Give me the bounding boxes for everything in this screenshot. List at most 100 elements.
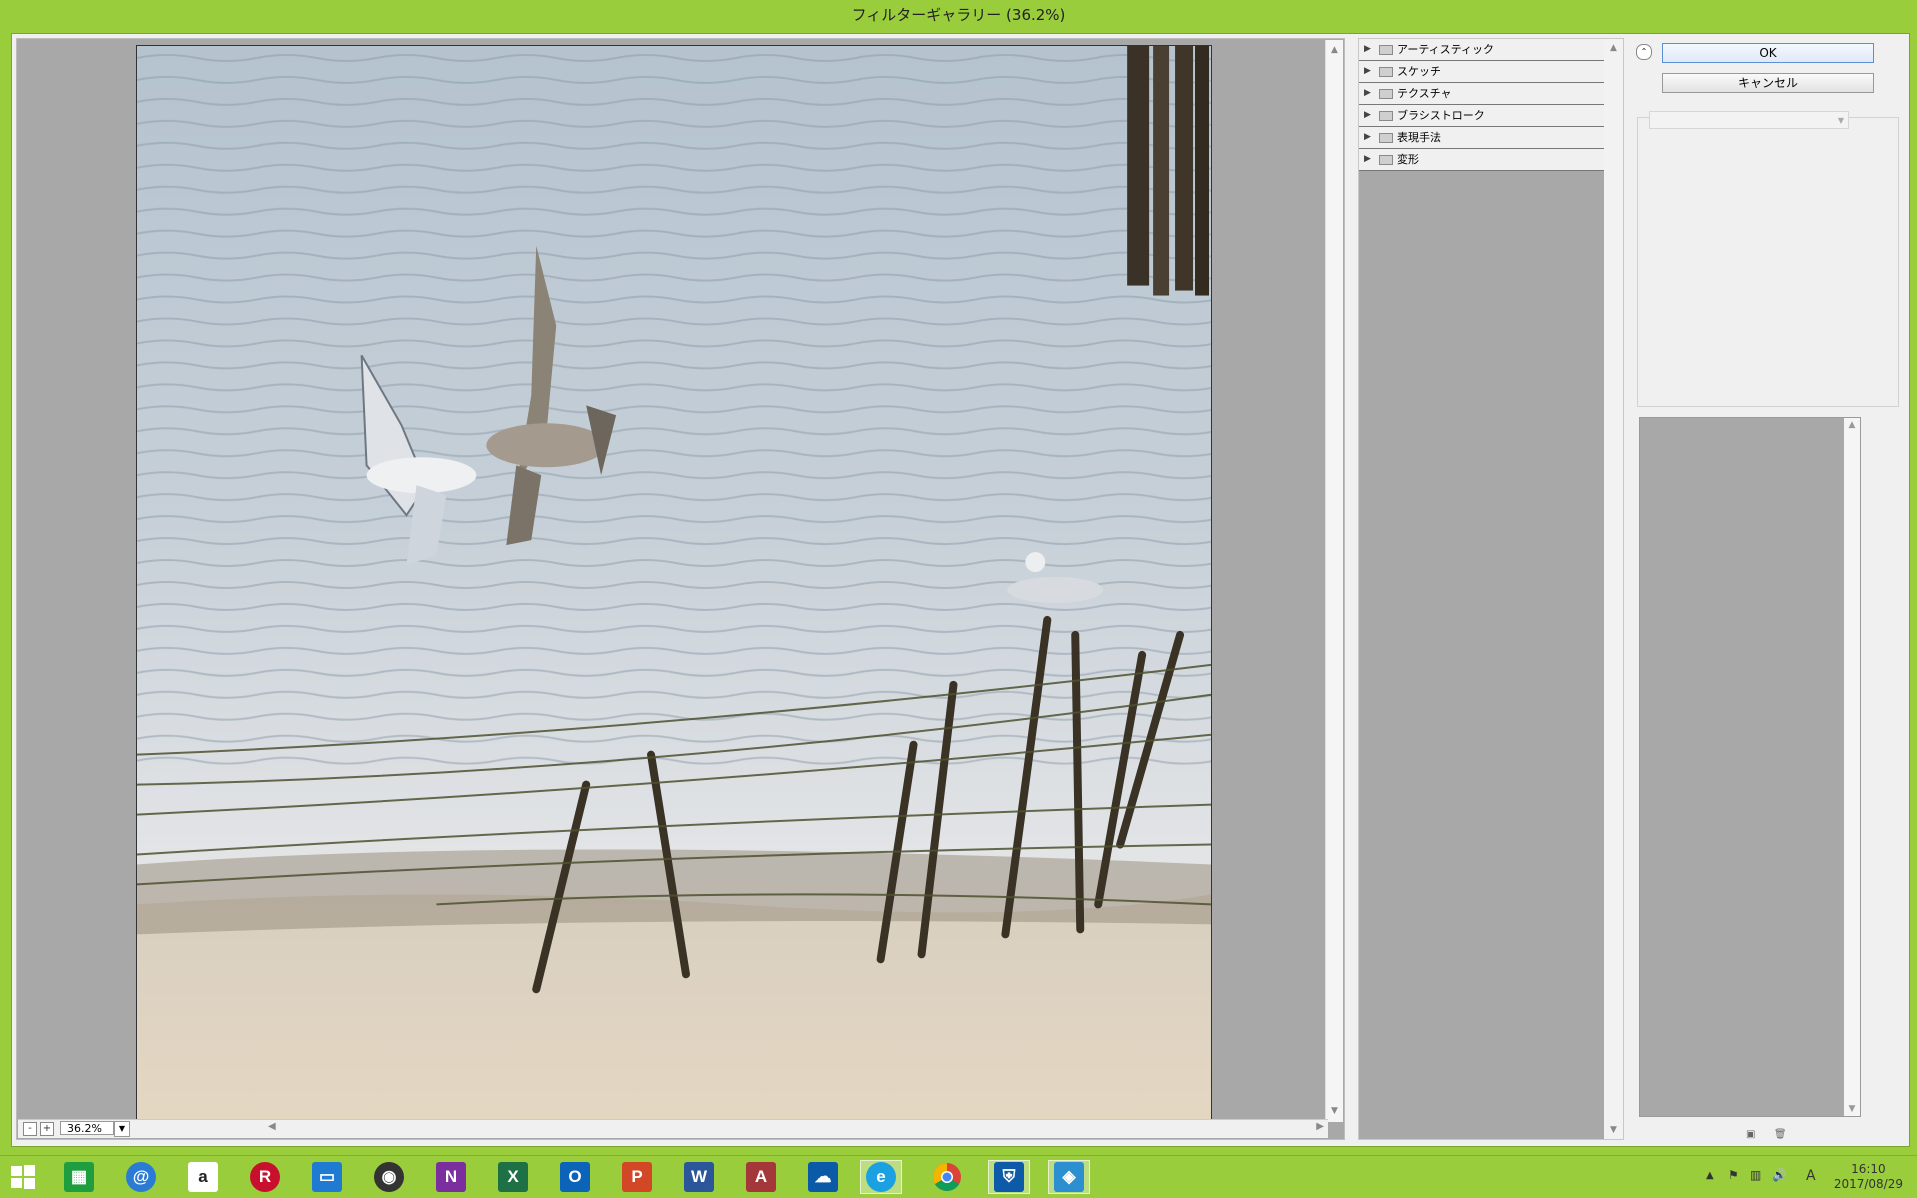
filter-category-label: スケッチ xyxy=(1397,65,1441,78)
taskbar-app-onenote[interactable]: N xyxy=(430,1160,472,1194)
clock[interactable]: 16:10 2017/08/29 xyxy=(1834,1162,1903,1192)
layers-scrollbar[interactable]: ▲ ▼ xyxy=(1844,418,1860,1116)
filter-category-label: ブラシストローク xyxy=(1397,109,1485,122)
preview-image xyxy=(136,45,1212,1120)
filter-category-label: テクスチャ xyxy=(1397,87,1452,100)
zoom-out-button[interactable]: - xyxy=(23,1122,37,1136)
preview-vertical-scrollbar[interactable]: ▲ ▼ xyxy=(1325,40,1343,1122)
word-icon: W xyxy=(684,1162,714,1192)
zoom-level-field[interactable]: 36.2% xyxy=(60,1121,114,1135)
taskbar-app-mail[interactable]: @ xyxy=(120,1160,162,1194)
expand-triangle-icon[interactable]: ▶ xyxy=(1364,149,1371,170)
filter-category-label: 変形 xyxy=(1397,153,1419,166)
filter-category-item[interactable]: ▶ ブラシストローク xyxy=(1359,105,1604,127)
filter-gallery-dialog: ▲ ▼ - + 36.2% ▼ ◀ ▶ ▶ アーティスティック ▶ スケッチ ▶ テク… xyxy=(11,33,1910,1147)
store-icon: ▦ xyxy=(64,1162,94,1192)
taskbar: ▦ @ a R ▭ ◉ N X O P W A ☁ e ⛨ ◈ ▲ ⚑ ▥ 🔊 … xyxy=(0,1155,1917,1198)
filter-category-label: 表現手法 xyxy=(1397,131,1441,144)
powerpoint-icon: P xyxy=(622,1162,652,1192)
onedrive-icon: ☁ xyxy=(808,1162,838,1192)
expand-triangle-icon[interactable]: ▶ xyxy=(1364,105,1371,126)
taskbar-app-store[interactable]: ▦ xyxy=(58,1160,100,1194)
filter-category-item[interactable]: ▶ アーティスティック xyxy=(1359,39,1604,61)
amazon-icon: a xyxy=(188,1162,218,1192)
scroll-up-arrow-icon[interactable]: ▲ xyxy=(1326,42,1343,59)
clock-date: 2017/08/29 xyxy=(1833,1177,1903,1191)
taskbar-app-internet-explorer[interactable]: e xyxy=(860,1160,902,1194)
chrome-icon xyxy=(933,1163,961,1191)
taskbar-app-powerpoint[interactable]: P xyxy=(616,1160,658,1194)
zoom-in-button[interactable]: + xyxy=(40,1122,54,1136)
taskbar-app-excel[interactable]: X xyxy=(492,1160,534,1194)
photoshop-elements-icon: ◈ xyxy=(1054,1162,1084,1192)
taskbar-app-outlook[interactable]: O xyxy=(554,1160,596,1194)
preview-panel: ▲ ▼ - + 36.2% ▼ ◀ ▶ xyxy=(16,38,1345,1140)
taskbar-app-amazon[interactable]: a xyxy=(182,1160,224,1194)
filter-category-label: アーティスティック xyxy=(1397,43,1495,56)
onenote-icon: N xyxy=(436,1162,466,1192)
clock-time: 16:10 xyxy=(1851,1162,1886,1176)
expand-triangle-icon[interactable]: ▶ xyxy=(1364,83,1371,104)
expand-triangle-icon[interactable]: ▶ xyxy=(1364,127,1371,148)
taskbar-app-rakuten[interactable]: R xyxy=(244,1160,286,1194)
preview-horizontal-scrollbar[interactable]: ◀ ▶ xyxy=(266,1121,1328,1137)
filter-category-panel: ▶ アーティスティック ▶ スケッチ ▶ テクスチャ ▶ ブラシストローク ▶ 表現手法 … xyxy=(1358,38,1624,1140)
filter-category-item[interactable]: ▶ 表現手法 xyxy=(1359,127,1604,149)
taskbar-app-onedrive[interactable]: ☁ xyxy=(802,1160,844,1194)
action-center-flag-icon[interactable]: ⚑ xyxy=(1728,1168,1739,1182)
filter-category-item[interactable]: ▶ テクスチャ xyxy=(1359,83,1604,105)
filter-category-item[interactable]: ▶ 変形 xyxy=(1359,149,1604,171)
scroll-down-arrow-icon[interactable]: ▼ xyxy=(1604,1125,1623,1135)
folder-icon xyxy=(1379,89,1393,99)
filter-select-dropdown: ▼ xyxy=(1649,111,1849,129)
filter-list-scrollbar[interactable]: ▲ ▼ xyxy=(1604,39,1623,1139)
folder-icon xyxy=(1379,45,1393,55)
excel-icon: X xyxy=(498,1162,528,1192)
folder-icon xyxy=(1379,155,1393,165)
access-icon: A xyxy=(746,1162,776,1192)
taskbar-app-photos[interactable]: ▭ xyxy=(306,1160,348,1194)
show-hidden-icons-icon[interactable]: ▲ xyxy=(1706,1170,1714,1181)
filter-category-list: ▶ アーティスティック ▶ スケッチ ▶ テクスチャ ▶ ブラシストローク ▶ 表現手法 … xyxy=(1359,39,1604,171)
layer-tools: ▣ 🗑 xyxy=(1746,1126,1798,1140)
photos-icon: ▭ xyxy=(312,1162,342,1192)
taskbar-app-defender[interactable]: ⛨ xyxy=(988,1160,1030,1194)
volume-icon[interactable]: 🔊 xyxy=(1772,1168,1787,1182)
scroll-down-arrow-icon[interactable]: ▼ xyxy=(1326,1103,1343,1120)
ok-button[interactable]: OK xyxy=(1662,43,1874,63)
start-button[interactable] xyxy=(2,1160,44,1194)
scroll-up-arrow-icon[interactable]: ▲ xyxy=(1844,420,1860,430)
ime-mode-indicator[interactable]: A xyxy=(1806,1168,1816,1184)
taskbar-app-word[interactable]: W xyxy=(678,1160,720,1194)
outlook-icon: O xyxy=(560,1162,590,1192)
network-icon[interactable]: ▥ xyxy=(1750,1168,1761,1182)
effect-layers-list[interactable]: ▲ ▼ xyxy=(1639,417,1861,1117)
scroll-up-arrow-icon[interactable]: ▲ xyxy=(1604,43,1623,53)
rakuten-icon: R xyxy=(250,1162,280,1192)
shield-icon: ⛨ xyxy=(994,1162,1024,1192)
scroll-right-arrow-icon[interactable]: ▶ xyxy=(1316,1121,1324,1132)
taskbar-app-photoshop-elements[interactable]: ◈ xyxy=(1048,1160,1090,1194)
filter-options-area xyxy=(1637,117,1899,407)
scroll-down-arrow-icon[interactable]: ▼ xyxy=(1844,1104,1860,1114)
scroll-left-arrow-icon[interactable]: ◀ xyxy=(268,1121,276,1132)
delete-effect-layer-icon[interactable]: 🗑 xyxy=(1774,1129,1787,1140)
taskbar-app-access[interactable]: A xyxy=(740,1160,782,1194)
window-title: フィルターギャラリー (36.2%) xyxy=(0,0,1917,30)
windows-logo-icon xyxy=(11,1165,35,1189)
expand-triangle-icon[interactable]: ▶ xyxy=(1364,39,1371,60)
media-player-icon: ◉ xyxy=(374,1162,404,1192)
preview-canvas[interactable] xyxy=(18,40,1328,1121)
system-tray: ▲ ⚑ ▥ 🔊 A 16:10 2017/08/29 xyxy=(1700,1160,1917,1194)
internet-explorer-icon: e xyxy=(866,1162,896,1192)
filter-category-item[interactable]: ▶ スケッチ xyxy=(1359,61,1604,83)
folder-icon xyxy=(1379,111,1393,121)
zoom-dropdown-icon[interactable]: ▼ xyxy=(114,1121,130,1137)
collapse-panel-icon[interactable]: ⌃ xyxy=(1636,44,1652,60)
taskbar-app-chrome[interactable] xyxy=(926,1160,968,1194)
folder-icon xyxy=(1379,133,1393,143)
new-effect-layer-icon[interactable]: ▣ xyxy=(1746,1129,1756,1140)
taskbar-app-media[interactable]: ◉ xyxy=(368,1160,410,1194)
cancel-button[interactable]: キャンセル xyxy=(1662,73,1874,93)
expand-triangle-icon[interactable]: ▶ xyxy=(1364,61,1371,82)
